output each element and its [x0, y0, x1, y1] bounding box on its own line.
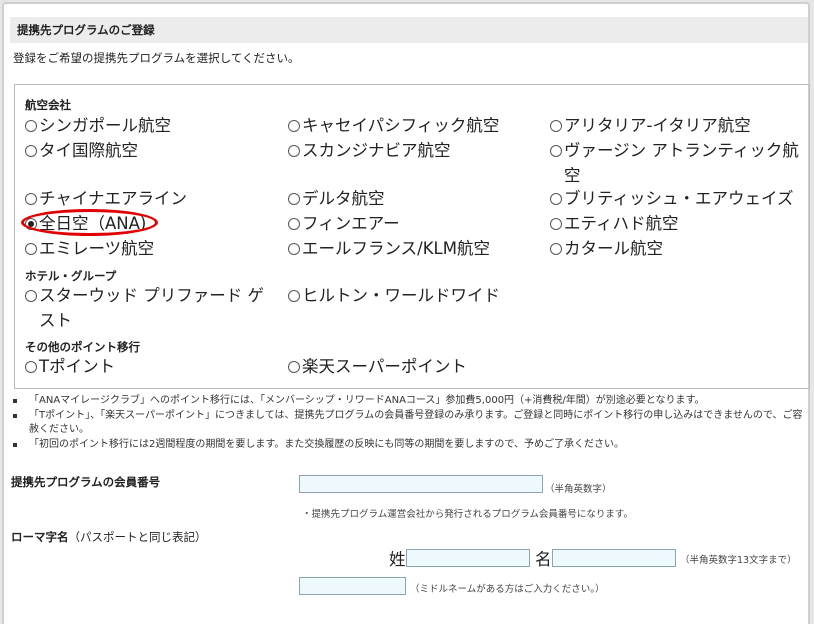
- radio-thai[interactable]: [25, 145, 37, 157]
- option-label: 楽天スーパーポイント: [302, 357, 467, 376]
- radio-hilton[interactable]: [288, 290, 300, 302]
- option-cathay[interactable]: キャセイパシフィック航空: [288, 113, 499, 138]
- option-etihad[interactable]: エティハド航空: [550, 211, 679, 236]
- option-qatar[interactable]: カタール航空: [550, 236, 663, 261]
- option-label: キャセイパシフィック航空: [302, 116, 500, 135]
- category-others: その他のポイント移行: [25, 340, 140, 354]
- member-number-hint: （半角英数字）: [545, 484, 612, 495]
- option-label: ヴァージン アトランティック航空: [564, 141, 799, 185]
- radio-alitalia[interactable]: [550, 120, 562, 132]
- option-label: フィンエアー: [302, 214, 400, 233]
- member-number-label: 提携先プログラムの会員番号: [11, 475, 161, 489]
- section-title: 提携先プログラムのご登録: [10, 17, 808, 43]
- radio-finnair[interactable]: [288, 218, 300, 230]
- middle-name-hint: （ミドルネームがある方はご入力ください。）: [410, 584, 605, 595]
- note-item: 「初回のポイント移行には2週間程度の期間を要します。また交換履歴の反映にも同等の…: [12, 438, 808, 453]
- option-virgin[interactable]: ヴァージン アトランティック航空: [550, 138, 806, 188]
- option-label: エールフランス/KLM航空: [302, 239, 490, 258]
- option-label: チャイナエアライン: [39, 189, 188, 208]
- registration-panel: 提携先プログラムのご登録 登録をご希望の提携先プログラムを選択してください。 航…: [2, 2, 810, 624]
- category-airlines: 航空会社: [25, 98, 71, 112]
- option-rakuten[interactable]: 楽天スーパーポイント: [288, 354, 467, 379]
- radio-singapore[interactable]: [25, 120, 37, 132]
- option-label: エティハド航空: [564, 214, 679, 233]
- radio-cathay[interactable]: [288, 120, 300, 132]
- option-british[interactable]: ブリティッシュ・エアウェイズ: [550, 186, 794, 211]
- radio-starwood[interactable]: [25, 290, 37, 302]
- radio-delta[interactable]: [288, 193, 300, 205]
- radio-sas[interactable]: [288, 145, 300, 157]
- program-selection-box: 航空会社 シンガポール航空 キャセイパシフィック航空 アリタリア-イタリア航空 …: [14, 84, 810, 389]
- option-sas[interactable]: スカンジナビア航空: [288, 138, 451, 163]
- option-thai[interactable]: タイ国際航空: [25, 138, 138, 163]
- option-label: スターウッド プリファード ゲスト: [39, 286, 264, 330]
- option-alitalia[interactable]: アリタリア-イタリア航空: [550, 113, 751, 138]
- option-label: エミレーツ航空: [39, 239, 155, 258]
- note-item: 「ANAマイレージクラブ」へのポイント移行には、「メンバーシップ・リワードANA…: [12, 394, 808, 409]
- romaji-label: ローマ字名（パスポートと同じ表記）: [11, 529, 207, 545]
- option-label: カタール航空: [564, 239, 663, 258]
- option-label: Tポイント: [39, 357, 116, 376]
- first-name-label: 名: [535, 550, 552, 569]
- radio-tpoint[interactable]: [25, 361, 37, 373]
- option-china[interactable]: チャイナエアライン: [25, 186, 187, 211]
- option-starwood[interactable]: スターウッド プリファード ゲスト: [25, 283, 280, 333]
- member-number-note: ・提携先プログラム運営会社から発行されるプログラム会員番号になります。: [302, 509, 633, 520]
- option-label: タイ国際航空: [39, 141, 138, 160]
- radio-british[interactable]: [550, 193, 562, 205]
- option-label: シンガポール航空: [39, 116, 171, 135]
- option-singapore[interactable]: シンガポール航空: [25, 113, 171, 138]
- romaji-label-sub: （パスポートと同じ表記）: [68, 530, 207, 544]
- radio-afklm[interactable]: [288, 243, 300, 255]
- member-number-input[interactable]: [299, 475, 543, 493]
- option-emirates[interactable]: エミレーツ航空: [25, 236, 154, 261]
- option-afklm[interactable]: エールフランス/KLM航空: [288, 236, 490, 261]
- radio-rakuten[interactable]: [288, 361, 300, 373]
- option-tpoint[interactable]: Tポイント: [25, 354, 115, 379]
- option-delta[interactable]: デルタ航空: [288, 186, 385, 211]
- first-name-input[interactable]: [552, 549, 676, 567]
- section-intro: 登録をご希望の提携先プログラムを選択してください。: [13, 51, 300, 65]
- option-label: ヒルトン・ワールドワイド: [302, 286, 500, 305]
- notes-list: 「ANAマイレージクラブ」へのポイント移行には、「メンバーシップ・リワードANA…: [12, 394, 808, 452]
- option-label: デルタ航空: [302, 189, 385, 208]
- radio-virgin[interactable]: [550, 145, 562, 157]
- option-label: アリタリア-イタリア航空: [564, 116, 751, 135]
- category-hotels: ホテル・グループ: [25, 269, 117, 283]
- radio-qatar[interactable]: [550, 243, 562, 255]
- radio-china[interactable]: [25, 193, 37, 205]
- option-hilton[interactable]: ヒルトン・ワールドワイド: [288, 283, 500, 308]
- option-label: ブリティッシュ・エアウェイズ: [564, 189, 794, 208]
- selection-highlight-ring: [21, 209, 158, 236]
- last-name-label: 姓: [389, 550, 406, 569]
- option-finnair[interactable]: フィンエアー: [288, 211, 400, 236]
- last-name-input[interactable]: [406, 549, 530, 567]
- note-item: 「Tポイント」、「楽天スーパーポイント」につきましては、提携先プログラムの会員番…: [12, 409, 808, 438]
- radio-emirates[interactable]: [25, 243, 37, 255]
- romaji-hint: （半角英数字13文字まで）: [680, 555, 797, 566]
- middle-name-input[interactable]: [299, 577, 406, 595]
- romaji-label-main: ローマ字名: [11, 530, 69, 544]
- option-label: スカンジナビア航空: [302, 141, 451, 160]
- radio-etihad[interactable]: [550, 218, 562, 230]
